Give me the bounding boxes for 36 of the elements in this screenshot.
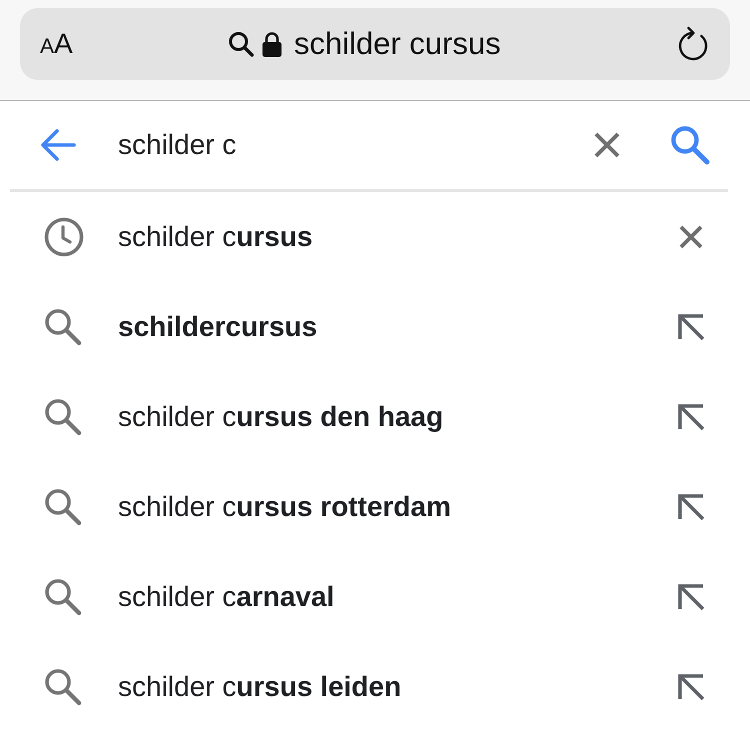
search-field[interactable]: schilder c	[118, 124, 594, 166]
search-icon	[44, 488, 82, 526]
arrow-up-left-icon	[678, 404, 704, 430]
arrow-up-left-icon	[678, 314, 704, 340]
suggestion-text[interactable]: schilder cursus den haag	[118, 396, 444, 438]
suggestion-text[interactable]: schilder cursus rotterdam	[118, 486, 451, 528]
suggestion-text[interactable]: schildercursus	[118, 306, 318, 348]
reload-icon	[676, 26, 710, 62]
close-icon	[594, 132, 620, 158]
clock-icon	[44, 217, 84, 257]
fill-query-button[interactable]	[676, 402, 706, 432]
back-button[interactable]	[40, 128, 76, 162]
close-icon	[679, 225, 703, 249]
arrow-up-left-icon	[678, 494, 704, 520]
fill-query-button[interactable]	[676, 672, 706, 702]
clear-button[interactable]	[594, 132, 620, 158]
search-icon	[44, 578, 82, 616]
search-icon	[44, 308, 82, 346]
search-button[interactable]	[670, 125, 710, 165]
fill-query-button[interactable]	[676, 312, 706, 342]
search-icon	[670, 125, 710, 165]
arrow-up-left-icon	[678, 584, 704, 610]
lock-icon	[262, 31, 282, 57]
suggestion-text[interactable]: schilder cursus	[118, 216, 313, 258]
search-icon	[228, 31, 254, 57]
suggestion-text[interactable]: schilder carnaval	[118, 576, 334, 618]
search-icon	[44, 668, 82, 706]
arrow-up-left-icon	[678, 674, 704, 700]
fill-query-button[interactable]	[676, 492, 706, 522]
reload-button[interactable]	[676, 26, 710, 62]
search-icon	[44, 398, 82, 436]
text-size-button[interactable]: AA	[40, 30, 73, 58]
fill-query-button[interactable]	[676, 582, 706, 612]
address-text[interactable]: schilder cursus	[294, 20, 501, 68]
back-arrow-icon	[40, 128, 76, 162]
suggestion-text[interactable]: schilder cursus leiden	[118, 666, 402, 708]
